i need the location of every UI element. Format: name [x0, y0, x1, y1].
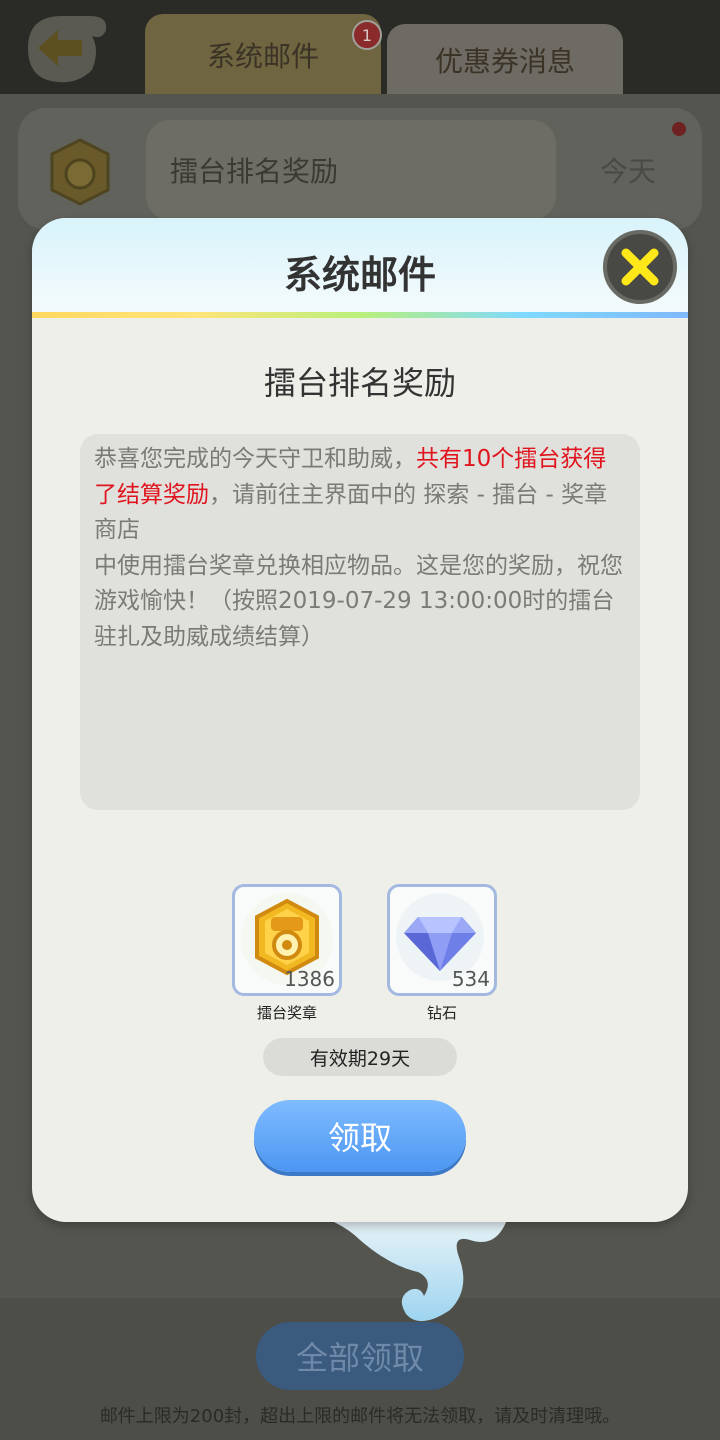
- mail-body: 恭喜您完成的今天守卫和助威，共有10个擂台获得了结算奖励，请前往主界面中的 探索…: [80, 434, 640, 810]
- reward-count: 1386: [284, 967, 335, 991]
- validity-label: 有效期29天: [263, 1038, 457, 1076]
- mail-body-text: 恭喜您完成的今天守卫和助威，: [94, 446, 416, 472]
- unread-badge: 1: [352, 20, 382, 50]
- tab-system-mail[interactable]: 系统邮件: [145, 14, 381, 96]
- close-icon: [621, 248, 659, 286]
- reward-item[interactable]: 534: [387, 884, 497, 996]
- mail-dialog: 系统邮件 擂台排名奖励 恭喜您完成的今天守卫和助威，共有10个擂台获得了结算奖励…: [32, 218, 688, 1222]
- tab-system-mail-label: 系统邮件: [206, 40, 319, 73]
- unread-dot: [672, 122, 686, 136]
- mail-item-title: 擂台排名奖励: [170, 155, 339, 188]
- reward-item[interactable]: 1386: [232, 884, 342, 996]
- mail-limit-note: 邮件上限为200封，超出上限的邮件将无法领取，请及时清理哦。: [99, 1406, 621, 1427]
- dialog-title: 系统邮件: [283, 253, 436, 297]
- tab-coupon-messages-label: 优惠券消息: [434, 45, 575, 78]
- mail-title: 擂台排名奖励: [263, 364, 456, 402]
- back-arrow-icon[interactable]: [18, 10, 110, 86]
- close-button[interactable]: [603, 230, 677, 304]
- reward-count: 534: [451, 967, 490, 991]
- dialog-tail-decoration: [300, 1210, 510, 1322]
- claim-all-button[interactable]: 全部领取: [256, 1322, 464, 1390]
- medal-icon: [50, 138, 110, 206]
- claim-button[interactable]: 领取: [254, 1100, 466, 1172]
- reward-name: 钻石: [426, 1004, 457, 1022]
- mail-body-text-3: 中使用擂台奖章兑换相应物品。这是您的奖励，祝您游戏愉快！（按照2019-07-2…: [94, 552, 623, 650]
- mail-item-date: 今天: [600, 155, 657, 188]
- header-divider: [32, 312, 688, 318]
- reward-name: 擂台奖章: [256, 1004, 317, 1022]
- tab-coupon-messages[interactable]: 优惠券消息: [387, 24, 623, 96]
